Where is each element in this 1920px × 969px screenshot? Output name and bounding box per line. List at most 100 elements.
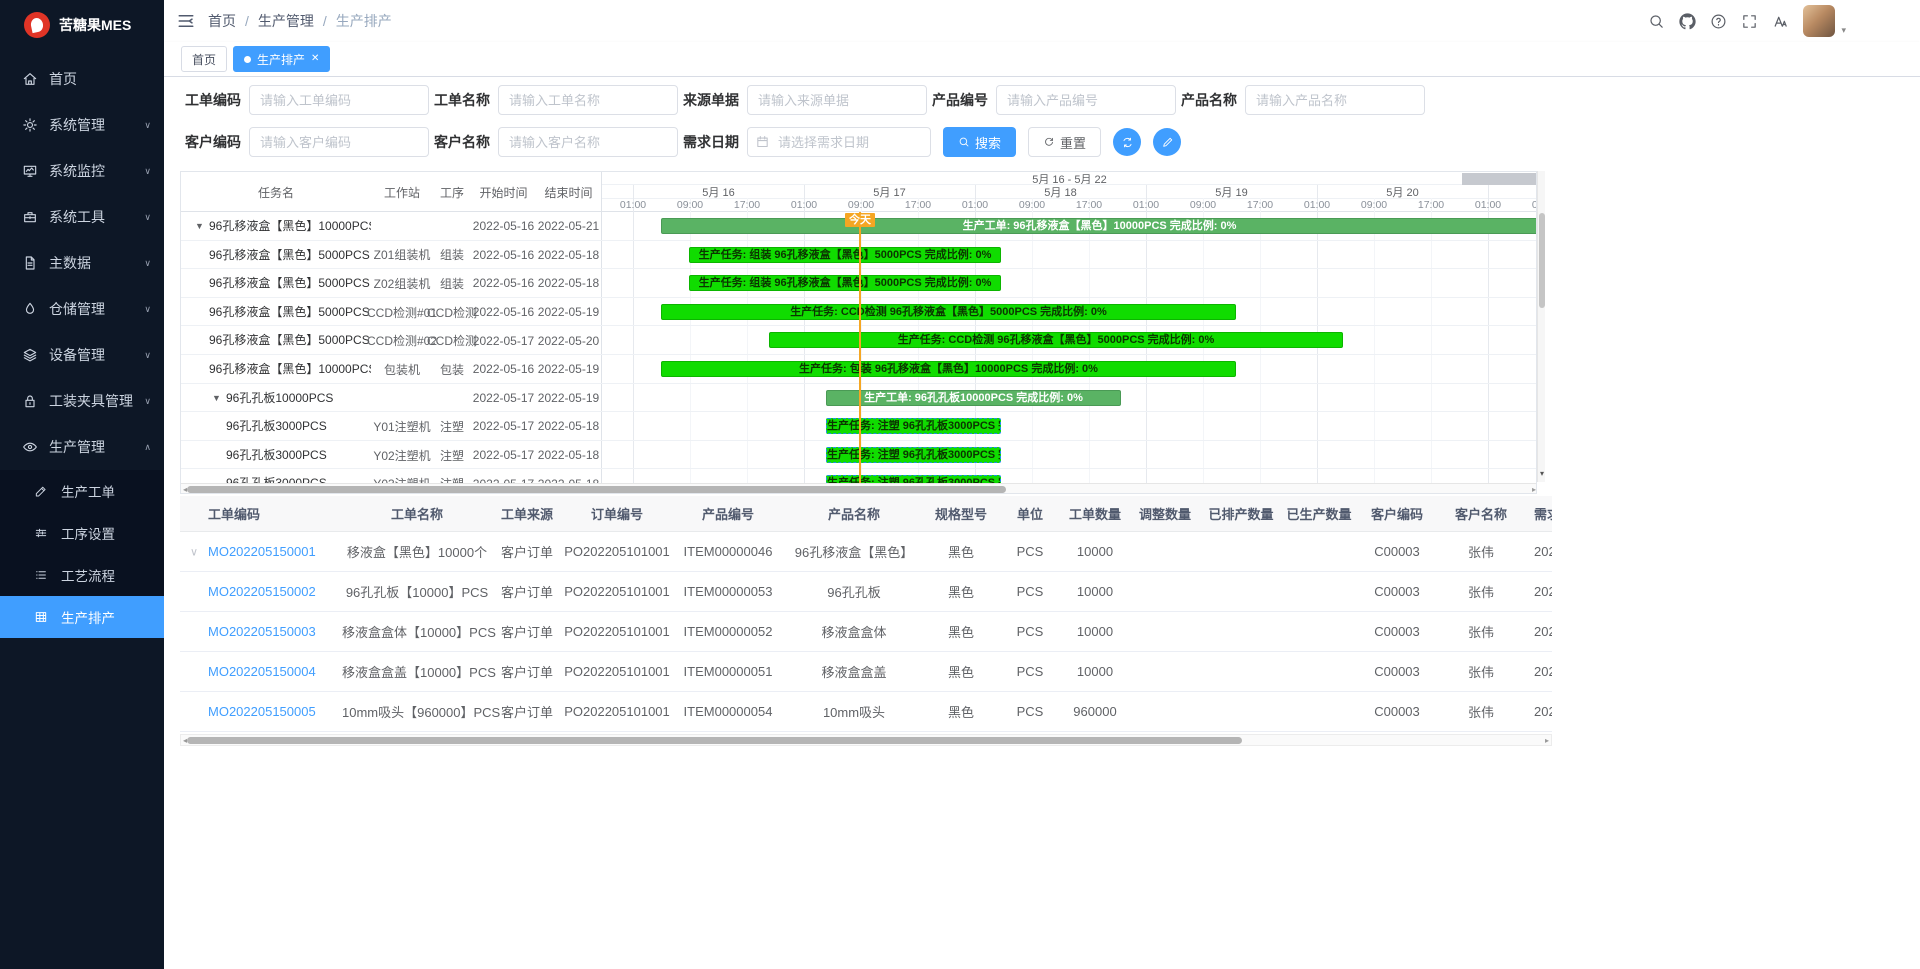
gantt-column-header-4: 结束时间 [536, 172, 601, 212]
work-order-link[interactable]: MO202205150005 [208, 704, 316, 719]
gantt-vertical-scrollbar[interactable]: ▾ [1537, 171, 1545, 482]
gantt-vscroll-thumb[interactable] [1539, 213, 1545, 308]
gantt-task-name-cell: ▼ 96孔孔板10000PCS [181, 384, 371, 413]
sidebar-item-eye[interactable]: 生产管理∧ [0, 424, 164, 470]
hamburger-icon[interactable] [177, 12, 195, 30]
filter-input[interactable] [249, 85, 429, 115]
column-header-5: 产品名称 [784, 504, 924, 523]
scroll-right-arrow-icon[interactable]: ▸ [1532, 485, 1536, 494]
gantt-process-cell: 包装 [433, 355, 471, 384]
filter-input[interactable] [498, 127, 678, 157]
table-cell: 96孔移液盒【黑色】 [784, 542, 924, 561]
tab-active[interactable]: 生产排产✕ [233, 46, 330, 72]
filter-input[interactable] [249, 127, 429, 157]
work-order-link[interactable]: MO202205150001 [208, 544, 316, 559]
gantt-order-bar[interactable]: 生产工单: 96孔孔板10000PCS 完成比例: 0% [826, 390, 1121, 406]
sidebar-submenu: 生产工单工序设置工艺流程生产排产 [0, 470, 164, 638]
expand-triangle-icon[interactable]: ▼ [212, 384, 221, 413]
sidebar-item-tools[interactable]: 系统工具∨ [0, 194, 164, 240]
sidebar-subitem-edit[interactable]: 生产工单 [0, 470, 164, 512]
filter-input[interactable] [996, 85, 1176, 115]
scroll-right-arrow-icon[interactable]: ▸ [1545, 736, 1549, 746]
search-icon[interactable] [1648, 13, 1665, 30]
gantt-task-name-cell: 96孔移液盒【黑色】5000PCS [181, 241, 371, 270]
gantt-task-bar[interactable]: 生产任务: 组装 96孔移液盒【黑色】5000PCS 完成比例: 0% [689, 275, 1001, 291]
fullscreen-icon[interactable] [1741, 13, 1758, 30]
breadcrumb-item[interactable]: 生产管理 [258, 11, 314, 31]
gantt-hscroll-thumb[interactable] [187, 486, 1006, 493]
gantt-order-bar[interactable]: 生产工单: 96孔移液盒【黑色】10000PCS 完成比例: 0% [661, 218, 1537, 234]
gantt-process-cell: 组装 [433, 241, 471, 270]
gantt-station-cell [371, 212, 433, 241]
sidebar-item-doc[interactable]: 主数据∨ [0, 240, 164, 286]
fontsize-icon[interactable] [1772, 13, 1789, 30]
table-cell: 202 [1526, 584, 1552, 599]
timeline-header-scrollbar[interactable] [1462, 173, 1537, 185]
search-button[interactable]: 搜索 [943, 127, 1016, 157]
table-hscroll-thumb[interactable] [187, 737, 1242, 744]
filter-input[interactable] [498, 85, 678, 115]
gantt-task-bar[interactable]: 生产任务: 注塑 96孔孔板3000PCS 完成比例: 0% [826, 418, 1001, 434]
column-header-13: 客户名称 [1436, 504, 1526, 523]
avatar-caret-down-icon[interactable]: ▾ [1841, 25, 1846, 36]
tab-item[interactable]: 首页 [181, 46, 227, 72]
sidebar-item-monitor[interactable]: 系统监控∨ [0, 148, 164, 194]
chevron-up-icon: ∧ [144, 442, 151, 453]
gantt-task-name: 96孔孔板10000PCS [226, 391, 333, 405]
github-icon[interactable] [1679, 13, 1696, 30]
filter-input[interactable] [747, 85, 927, 115]
sidebar-item-gear[interactable]: 系统管理∨ [0, 102, 164, 148]
gantt-task-name: 96孔移液盒【黑色】10000PCS [209, 362, 371, 376]
gantt-station-cell: Z02组装机 [371, 269, 433, 298]
calendar-icon [755, 134, 770, 149]
hour-label: 17:00 [727, 198, 767, 212]
app-logo[interactable]: 苦糖果MES [0, 0, 164, 50]
table-cell: 黑色 [924, 582, 998, 601]
table-cell: MO202205150002 [180, 584, 342, 599]
work-order-link[interactable]: MO202205150004 [208, 664, 316, 679]
work-order-link[interactable]: MO202205150003 [208, 624, 316, 639]
tab-close-icon[interactable]: ✕ [311, 54, 319, 64]
scroll-down-arrow-icon[interactable]: ▾ [1538, 469, 1546, 478]
sidebar-item-label: 首页 [49, 69, 77, 89]
table-cell: MO202205150005 [180, 704, 342, 719]
gantt-task-bar[interactable]: 生产任务: 注塑 96孔孔板3000PCS 完成比例: 0% [826, 447, 1001, 463]
scroll-left-arrow-icon[interactable]: ◂ [183, 485, 187, 494]
today-line [859, 212, 861, 483]
demand-date-input[interactable] [747, 127, 931, 157]
refresh-button[interactable] [1113, 128, 1141, 156]
sidebar-item-lock[interactable]: 工装夹具管理∨ [0, 378, 164, 424]
table-cell: 10mm吸头【960000】PCS [342, 702, 492, 721]
column-header-3: 订单编号 [562, 504, 672, 523]
work-order-link[interactable]: MO202205150002 [208, 584, 316, 599]
user-avatar[interactable] [1803, 5, 1835, 37]
row-expand-chevron-icon[interactable]: ∨ [190, 545, 198, 558]
scroll-left-arrow-icon[interactable]: ◂ [183, 736, 187, 746]
sidebar-subitem-sliders[interactable]: 工序设置 [0, 512, 164, 554]
table-horizontal-scrollbar[interactable]: ◂▸ [180, 734, 1552, 746]
gantt-task-bar[interactable]: 生产任务: 包装 96孔移液盒【黑色】10000PCS 完成比例: 0% [661, 361, 1236, 377]
gantt-task-bar[interactable]: 生产任务: CCD检测 96孔移液盒【黑色】5000PCS 完成比例: 0% [661, 304, 1236, 320]
gantt-horizontal-scrollbar[interactable]: ◂▸ [181, 483, 1537, 494]
gantt-end-cell: 2022-05-18 [536, 412, 601, 441]
help-icon[interactable] [1710, 13, 1727, 30]
edit-columns-button[interactable] [1153, 128, 1181, 156]
sidebar-item-drop[interactable]: 仓储管理∨ [0, 286, 164, 332]
sidebar-subitem-list[interactable]: 工艺流程 [0, 554, 164, 596]
day-gridline [633, 185, 634, 483]
filter-input[interactable] [1245, 85, 1425, 115]
sidebar-subitem-grid[interactable]: 生产排产 [0, 596, 164, 638]
gantt-task-bar[interactable]: 生产任务: 组装 96孔移液盒【黑色】5000PCS 完成比例: 0% [689, 247, 1001, 263]
hour-label: 17:00 [1411, 198, 1451, 212]
gantt-task-bar[interactable]: 生产任务: CCD检测 96孔移液盒【黑色】5000PCS 完成比例: 0% [769, 332, 1343, 348]
sidebar-item-home[interactable]: 首页 [0, 56, 164, 102]
reset-button-label: 重置 [1060, 133, 1086, 152]
reset-button[interactable]: 重置 [1028, 127, 1101, 157]
gantt-chart: 任务名工作站工序开始时间结束时间5月 16 - 5月 225月 1601:000… [180, 171, 1545, 494]
sidebar-item-layers[interactable]: 设备管理∨ [0, 332, 164, 378]
expand-triangle-icon[interactable]: ▼ [195, 212, 204, 241]
breadcrumb-item[interactable]: 首页 [208, 11, 236, 31]
filter-field: 客户编码 [180, 127, 429, 157]
column-header-2: 工单来源 [492, 504, 562, 523]
gantt-start-cell: 2022-05-16 [471, 212, 536, 241]
